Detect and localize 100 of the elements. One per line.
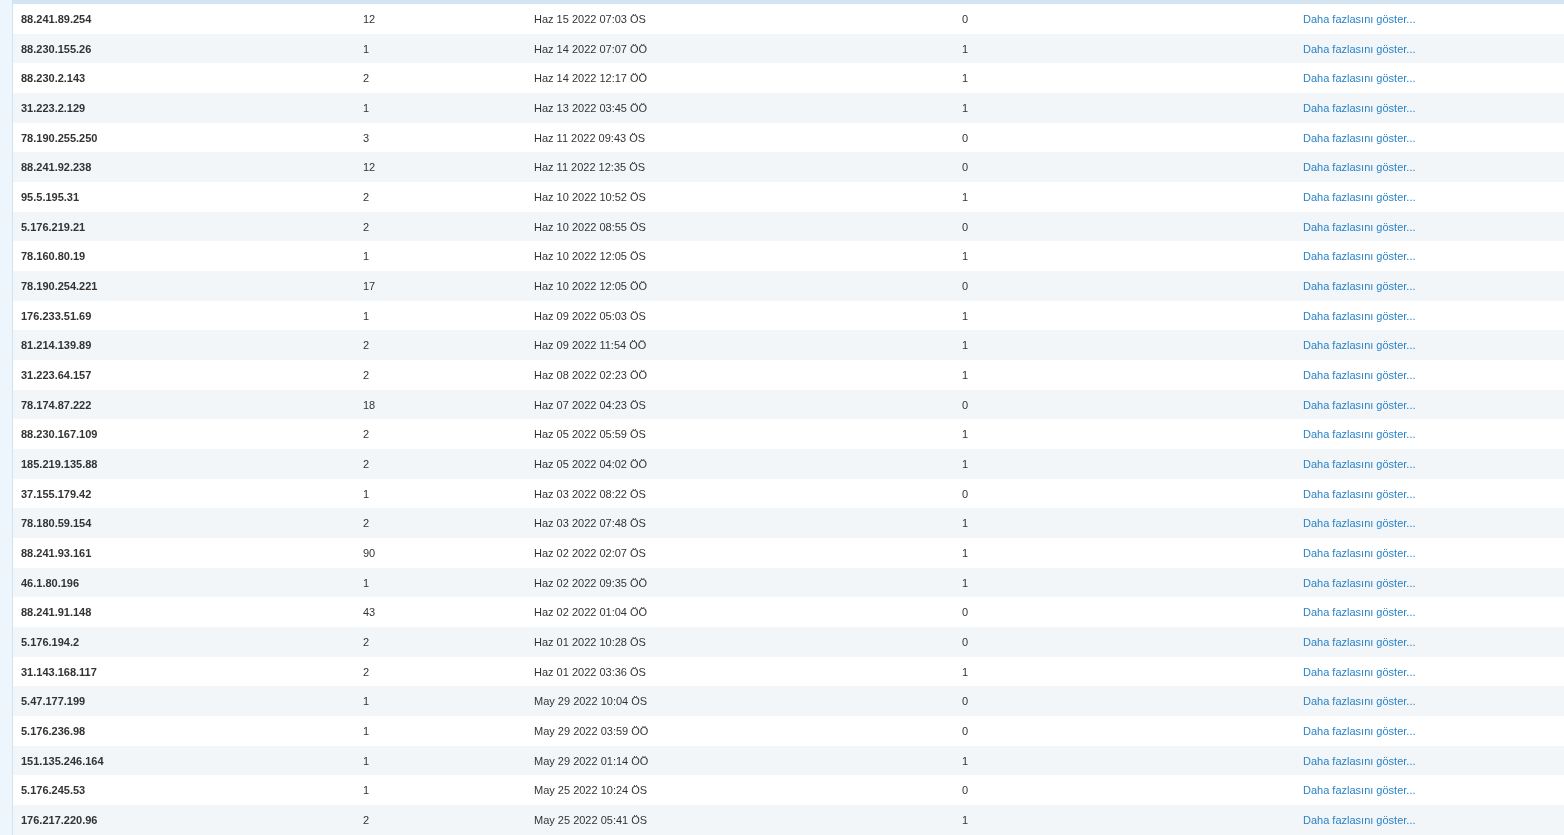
ip-address-cell-text: 78.160.80.19 bbox=[21, 250, 87, 263]
show-more-link[interactable]: Daha fazlasını göster... bbox=[1303, 546, 1416, 559]
value-cell-text: 1 bbox=[962, 190, 970, 203]
ip-address-cell-text: 88.241.91.148 bbox=[21, 606, 93, 619]
show-more-link[interactable]: Daha fazlasını göster... bbox=[1303, 42, 1416, 55]
date-cell-text: Haz 03 2022 07:48 ÖS bbox=[534, 517, 647, 530]
date-cell-text: May 29 2022 03:59 ÖÖ bbox=[534, 724, 650, 737]
count-cell-text: 2 bbox=[363, 635, 371, 648]
ip-address-cell-text: 78.190.254.221 bbox=[21, 279, 99, 292]
date-cell-text: Haz 09 2022 11:54 ÖÖ bbox=[534, 339, 648, 352]
ip-address-cell-text: 78.174.87.222 bbox=[21, 398, 93, 411]
show-more-link[interactable]: Daha fazlasını göster... bbox=[1303, 724, 1416, 737]
count-cell-text: 1 bbox=[363, 487, 371, 500]
value-cell-text: 1 bbox=[962, 309, 970, 322]
ip-address-cell-text: 5.47.177.199 bbox=[21, 695, 87, 708]
ip-address-cell-text: 88.241.89.254 bbox=[21, 12, 93, 25]
show-more-link[interactable]: Daha fazlasını göster... bbox=[1303, 428, 1416, 441]
show-more-link[interactable]: Daha fazlasını göster... bbox=[1303, 220, 1416, 233]
ip-address-cell-text: 5.176.236.98 bbox=[21, 724, 87, 737]
show-more-link[interactable]: Daha fazlasını göster... bbox=[1303, 398, 1416, 411]
show-more-link[interactable]: Daha fazlasını göster... bbox=[1303, 517, 1416, 530]
ip-address-cell-text: 185.219.135.88 bbox=[21, 457, 99, 470]
show-more-link[interactable]: Daha fazlasını göster... bbox=[1303, 457, 1416, 470]
value-cell-text: 0 bbox=[962, 220, 970, 233]
show-more-link[interactable]: Daha fazlasını göster... bbox=[1303, 368, 1416, 381]
count-cell-text: 1 bbox=[363, 784, 371, 797]
date-cell-text: Haz 10 2022 12:05 ÖÖ bbox=[534, 279, 649, 292]
show-more-link[interactable]: Daha fazlasını göster... bbox=[1303, 665, 1416, 678]
count-cell-text: 1 bbox=[363, 250, 371, 263]
ip-address-cell-text: 95.5.195.31 bbox=[21, 190, 81, 203]
show-more-link[interactable]: Daha fazlasını göster... bbox=[1303, 784, 1416, 797]
value-cell-text: 0 bbox=[962, 161, 970, 174]
count-cell-text: 2 bbox=[363, 813, 371, 826]
show-more-link[interactable]: Daha fazlasını göster... bbox=[1303, 12, 1416, 25]
ip-address-cell-text: 88.241.93.161 bbox=[21, 546, 93, 559]
count-cell-text: 1 bbox=[363, 309, 371, 322]
date-cell-text: Haz 14 2022 07:07 ÖÖ bbox=[534, 42, 649, 55]
value-cell-text: 0 bbox=[962, 279, 970, 292]
date-cell-text: Haz 07 2022 04:23 ÖS bbox=[534, 398, 647, 411]
ip-address-cell-text: 176.217.220.96 bbox=[21, 813, 99, 826]
count-cell-text: 2 bbox=[363, 368, 371, 381]
show-more-link[interactable]: Daha fazlasını göster... bbox=[1303, 813, 1416, 826]
value-cell-text: 1 bbox=[962, 576, 970, 589]
show-more-link[interactable]: Daha fazlasını göster... bbox=[1303, 190, 1416, 203]
ip-address-cell-text: 78.190.255.250 bbox=[21, 131, 99, 144]
date-cell-text: Haz 01 2022 10:28 ÖS bbox=[534, 635, 647, 648]
ip-address-cell-text: 151.135.246.164 bbox=[21, 754, 105, 767]
count-cell-text: 2 bbox=[363, 457, 371, 470]
date-cell-text: Haz 10 2022 08:55 ÖS bbox=[534, 220, 647, 233]
show-more-link[interactable]: Daha fazlasını göster... bbox=[1303, 101, 1416, 114]
show-more-link[interactable]: Daha fazlasını göster... bbox=[1303, 250, 1416, 263]
show-more-link[interactable]: Daha fazlasını göster... bbox=[1303, 339, 1416, 352]
date-cell-text: May 29 2022 10:04 ÖS bbox=[534, 695, 649, 708]
value-cell-text: 0 bbox=[962, 784, 970, 797]
count-cell-text: 2 bbox=[363, 665, 371, 678]
date-cell-text: Haz 01 2022 03:36 ÖS bbox=[534, 665, 647, 678]
date-cell-text: Haz 05 2022 04:02 ÖÖ bbox=[534, 457, 649, 470]
value-cell-text: 1 bbox=[962, 101, 970, 114]
count-cell-text: 1 bbox=[363, 724, 371, 737]
date-cell-text: Haz 08 2022 02:23 ÖÖ bbox=[534, 368, 649, 381]
ip-address-cell-text: 176.233.51.69 bbox=[21, 309, 93, 322]
value-cell-text: 1 bbox=[962, 457, 970, 470]
ip-address-cell-text: 31.143.168.117 bbox=[21, 665, 98, 678]
count-cell-text: 2 bbox=[363, 190, 371, 203]
show-more-link[interactable]: Daha fazlasını göster... bbox=[1303, 576, 1416, 589]
ip-address-cell-text: 37.155.179.42 bbox=[21, 487, 93, 500]
date-cell-text: Haz 11 2022 09:43 ÖS bbox=[534, 131, 647, 144]
value-cell-text: 0 bbox=[962, 695, 970, 708]
show-more-link[interactable]: Daha fazlasını göster... bbox=[1303, 487, 1416, 500]
ip-address-cell-text: 31.223.64.157 bbox=[21, 368, 93, 381]
date-cell-text: Haz 14 2022 12:17 ÖÖ bbox=[534, 72, 649, 85]
value-cell-text: 1 bbox=[962, 339, 970, 352]
ip-address-cell-text: 88.230.167.109 bbox=[21, 428, 99, 441]
value-cell-text: 1 bbox=[962, 665, 970, 678]
show-more-link[interactable]: Daha fazlasını göster... bbox=[1303, 695, 1416, 708]
show-more-link[interactable]: Daha fazlasını göster... bbox=[1303, 754, 1416, 767]
count-cell-text: 90 bbox=[363, 546, 377, 559]
date-cell-text: Haz 11 2022 12:35 ÖS bbox=[534, 161, 647, 174]
count-cell-text: 1 bbox=[363, 695, 371, 708]
show-more-link[interactable]: Daha fazlasını göster... bbox=[1303, 72, 1416, 85]
show-more-link[interactable]: Daha fazlasını göster... bbox=[1303, 161, 1416, 174]
value-cell-text: 1 bbox=[962, 428, 970, 441]
ip-address-cell-text: 46.1.80.196 bbox=[21, 576, 81, 589]
count-cell-text: 1 bbox=[363, 754, 371, 767]
value-cell-text: 1 bbox=[962, 42, 970, 55]
value-cell-text: 0 bbox=[962, 635, 970, 648]
value-cell-text: 0 bbox=[962, 487, 970, 500]
show-more-link[interactable]: Daha fazlasını göster... bbox=[1303, 131, 1416, 144]
ip-address-cell-text: 31.223.2.129 bbox=[21, 101, 87, 114]
value-cell-text: 0 bbox=[962, 131, 970, 144]
date-cell-text: Haz 05 2022 05:59 ÖS bbox=[534, 428, 647, 441]
value-cell-text: 0 bbox=[962, 398, 970, 411]
count-cell-text: 2 bbox=[363, 517, 371, 530]
show-more-link[interactable]: Daha fazlasını göster... bbox=[1303, 309, 1416, 322]
date-cell-text: Haz 02 2022 01:04 ÖÖ bbox=[534, 606, 649, 619]
show-more-link[interactable]: Daha fazlasını göster... bbox=[1303, 635, 1416, 648]
date-cell-text: Haz 10 2022 10:52 ÖS bbox=[534, 190, 647, 203]
count-cell-text: 2 bbox=[363, 428, 371, 441]
show-more-link[interactable]: Daha fazlasını göster... bbox=[1303, 279, 1416, 292]
show-more-link[interactable]: Daha fazlasını göster... bbox=[1303, 606, 1416, 619]
